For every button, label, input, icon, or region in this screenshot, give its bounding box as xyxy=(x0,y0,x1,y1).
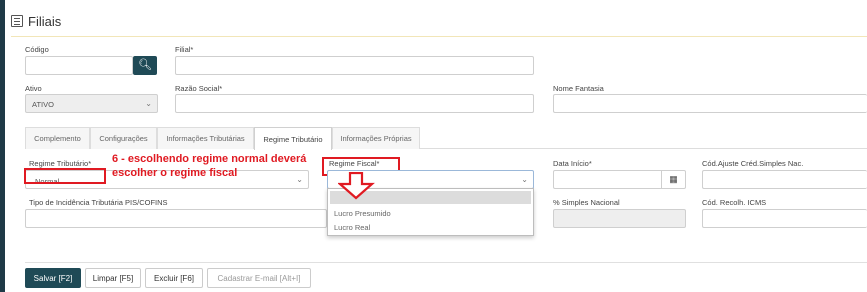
simples-nacional-label: % Simples Nacional xyxy=(553,198,620,207)
regime-tributario-label: Regime Tributário* xyxy=(29,159,92,168)
highlight-regime-tributario xyxy=(24,168,106,184)
tab-regime-tributario[interactable]: Regime Tributário xyxy=(254,127,332,150)
app-sidebar-edge xyxy=(0,0,5,292)
cod-ajuste-label: Cód.Ajuste Créd.Simples Nac. xyxy=(702,159,804,168)
footer-divider xyxy=(25,262,867,263)
ativo-label: Ativo xyxy=(25,84,42,93)
filial-input[interactable] xyxy=(175,56,534,75)
razao-social-input[interactable] xyxy=(175,94,534,113)
register-email-button[interactable]: Cadastrar E-mail [Alt+I] xyxy=(207,268,311,288)
dropdown-option-lucro-presumido[interactable]: Lucro Presumido xyxy=(334,209,391,218)
calendar-icon[interactable]: ▦ xyxy=(661,171,685,188)
save-button[interactable]: Salvar [F2] xyxy=(25,268,81,288)
page-title: Filiais xyxy=(28,13,62,29)
delete-button[interactable]: Excluir [F6] xyxy=(145,268,203,288)
cod-ajuste-input[interactable] xyxy=(702,170,867,189)
annotation-text: 6 - escolhendo regime normal deverá esco… xyxy=(112,153,307,179)
list-icon xyxy=(11,15,23,27)
tipo-incidencia-select[interactable] xyxy=(25,209,327,228)
chevron-down-icon: ⌄ xyxy=(145,99,152,108)
tab-informacoes-proprias[interactable]: Informações Próprias xyxy=(332,127,420,149)
data-inicio-input[interactable]: ▦ xyxy=(553,170,686,189)
tipo-incidencia-label: Tipo de Incidência Tributária PIS/COFINS xyxy=(29,198,168,207)
page-header: Filiais xyxy=(11,12,61,30)
tab-configuracoes[interactable]: Configurações xyxy=(90,127,157,149)
nome-fantasia-label: Nome Fantasia xyxy=(553,84,604,93)
cod-recolh-icms-label: Cód. Recolh. ICMS xyxy=(702,198,767,207)
tab-informacoes-tributarias[interactable]: Informações Tributárias xyxy=(157,127,254,149)
nome-fantasia-input[interactable] xyxy=(553,94,867,113)
search-icon: 🔍︎ xyxy=(138,59,152,71)
razao-social-label: Razão Social* xyxy=(175,84,223,93)
cod-recolh-icms-input[interactable] xyxy=(702,209,867,228)
clear-button[interactable]: Limpar [F5] xyxy=(85,268,141,288)
tab-complemento[interactable]: Complemento xyxy=(25,127,90,149)
simples-nacional-input xyxy=(553,209,686,228)
ativo-select[interactable]: ATIVO ⌄ xyxy=(25,94,158,113)
codigo-label: Código xyxy=(25,45,49,54)
ativo-select-value: ATIVO xyxy=(32,100,54,109)
dropdown-option-lucro-real[interactable]: Lucro Real xyxy=(334,223,370,232)
annotation-arrow-icon xyxy=(338,172,375,200)
header-divider xyxy=(11,36,867,37)
chevron-down-icon: ⌄ xyxy=(521,175,528,184)
filial-label: Filial* xyxy=(175,45,194,54)
codigo-input[interactable] xyxy=(25,56,133,75)
data-inicio-label: Data Início* xyxy=(553,159,592,168)
search-button[interactable]: 🔍︎ xyxy=(133,56,157,75)
